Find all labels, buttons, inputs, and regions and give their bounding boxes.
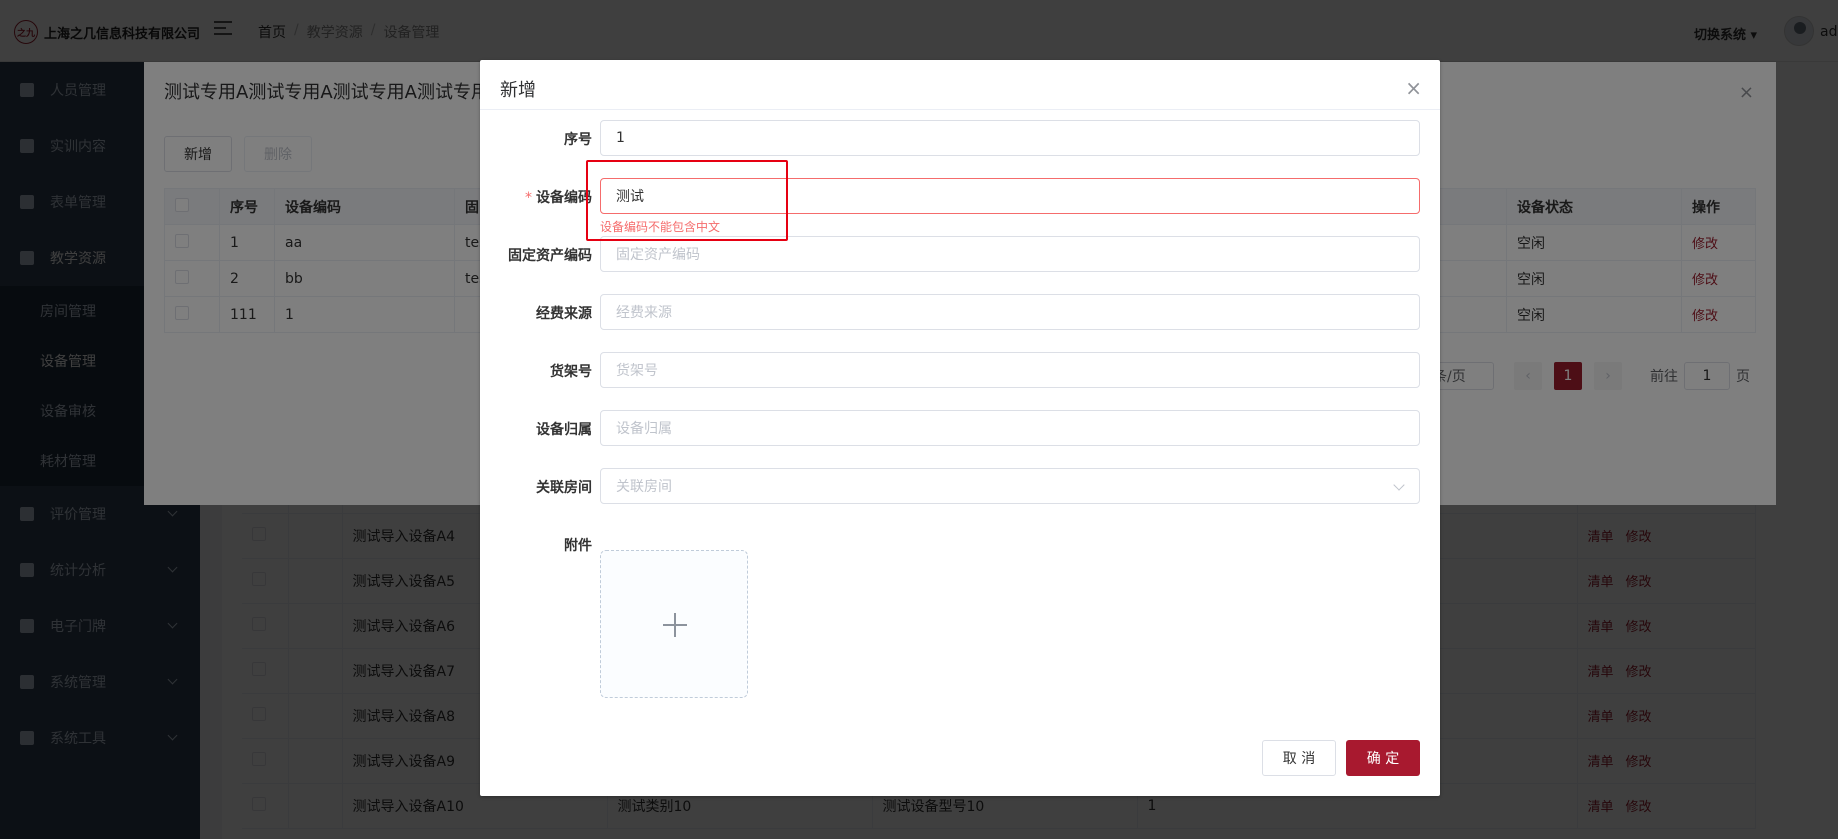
dialog-title: 新增 <box>500 80 536 101</box>
upload-dropzone[interactable] <box>600 550 748 698</box>
shelf-label: 货架号 <box>550 364 592 380</box>
form-row-fund-source: 经费来源 经费来源 <box>480 294 1440 330</box>
form-row-seq: 序号 1 <box>480 120 1440 156</box>
chevron-down-icon <box>1393 479 1405 491</box>
fixed-asset-input[interactable]: 固定资产编码 <box>600 236 1420 272</box>
fixed-asset-label: 固定资产编码 <box>508 248 592 264</box>
shelf-input[interactable]: 货架号 <box>600 352 1420 388</box>
cancel-button[interactable]: 取 消 <box>1262 740 1336 776</box>
code-label: * 设备编码 <box>472 187 592 207</box>
annotation-highlight-box <box>586 160 788 241</box>
required-mark: * <box>525 190 532 206</box>
fund-source-label: 经费来源 <box>536 306 592 322</box>
form-row-fixed-asset: 固定资产编码 固定资产编码 <box>480 236 1440 272</box>
form-row-owner: 设备归属 设备归属 <box>480 410 1440 446</box>
fund-source-input[interactable]: 经费来源 <box>600 294 1420 330</box>
room-select[interactable]: 关联房间 <box>600 468 1420 504</box>
owner-label: 设备归属 <box>536 422 592 438</box>
plus-icon-vertical <box>674 613 676 637</box>
form-row-shelf: 货架号 货架号 <box>480 352 1440 388</box>
code-label-text: 设备编码 <box>536 190 592 206</box>
dialog-header: 新增 × <box>480 60 1440 110</box>
attachment-label: 附件 <box>564 538 592 554</box>
room-label: 关联房间 <box>536 480 592 496</box>
confirm-button[interactable]: 确 定 <box>1346 740 1420 776</box>
close-icon[interactable]: × <box>1405 76 1422 100</box>
owner-input[interactable]: 设备归属 <box>600 410 1420 446</box>
room-select-placeholder: 关联房间 <box>616 479 672 495</box>
form-row-room: 关联房间 关联房间 <box>480 468 1440 504</box>
seq-input[interactable]: 1 <box>600 120 1420 156</box>
seq-label: 序号 <box>564 132 592 148</box>
